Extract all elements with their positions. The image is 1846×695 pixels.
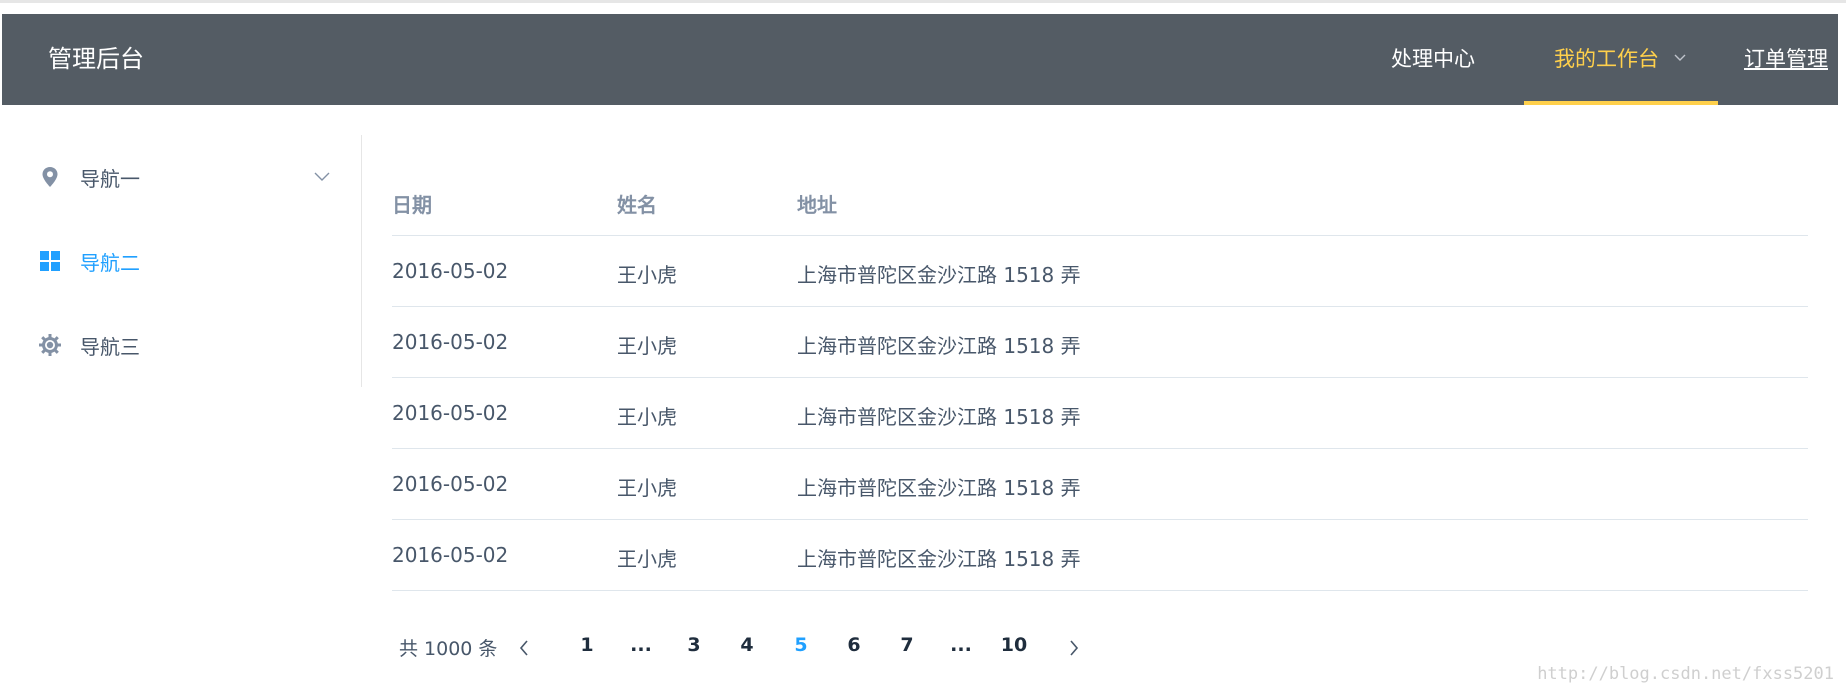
brand-title: 管理后台 [48, 45, 144, 73]
page-button-current[interactable]: 5 [781, 634, 821, 656]
top-header: 管理后台 处理中心 我的工作台 订单管理 [2, 14, 1838, 105]
cell-address: 上海市普陀区金沙江路 1518 弄 [797, 334, 1081, 358]
cell-name: 王小虎 [617, 263, 677, 287]
sidebar: 导航一 导航二 导航三 [2, 135, 362, 387]
cell-address: 上海市普陀区金沙江路 1518 弄 [797, 547, 1081, 571]
page-button[interactable]: 7 [887, 634, 927, 656]
sidebar-item-nav-2[interactable]: 导航二 [2, 219, 361, 303]
nav-item-processing-center[interactable]: 处理中心 [1360, 14, 1524, 105]
cell-date: 2016-05-02 [392, 330, 509, 354]
page-button[interactable]: 3 [674, 634, 714, 656]
table-row: 2016-05-02 王小虎 上海市普陀区金沙江路 1518 弄 [392, 449, 1808, 520]
chevron-left-icon[interactable] [517, 639, 531, 657]
nav-item-label: 我的工作台 [1554, 47, 1659, 71]
cell-name: 王小虎 [617, 476, 677, 500]
table-header: 日期 姓名 地址 [392, 165, 1808, 236]
table-row: 2016-05-02 王小虎 上海市普陀区金沙江路 1518 弄 [392, 236, 1808, 307]
column-header-date[interactable]: 日期 [392, 189, 432, 218]
page-button[interactable]: 1 [567, 634, 607, 656]
sidebar-item-label: 导航三 [80, 334, 140, 359]
sidebar-item-nav-3[interactable]: 导航三 [2, 303, 361, 387]
cell-date: 2016-05-02 [392, 472, 509, 496]
column-header-address[interactable]: 地址 [797, 189, 837, 218]
settings-gear-icon [39, 334, 61, 356]
data-table: 日期 姓名 地址 2016-05-02 王小虎 上海市普陀区金沙江路 1518 … [392, 165, 1808, 591]
chevron-down-icon [314, 172, 330, 181]
cell-date: 2016-05-02 [392, 543, 509, 567]
table-row: 2016-05-02 王小虎 上海市普陀区金沙江路 1518 弄 [392, 378, 1808, 449]
nav-item-label: 订单管理 [1744, 47, 1828, 71]
page-ellipsis[interactable]: ... [941, 634, 981, 656]
cell-address: 上海市普陀区金沙江路 1518 弄 [797, 263, 1081, 287]
table-row: 2016-05-02 王小虎 上海市普陀区金沙江路 1518 弄 [392, 520, 1808, 591]
pagination-total: 共 1000 条 [399, 638, 498, 660]
nav-item-label: 处理中心 [1391, 47, 1475, 71]
cell-name: 王小虎 [617, 334, 677, 358]
location-pin-icon [42, 167, 58, 187]
sidebar-item-nav-1[interactable]: 导航一 [2, 135, 361, 219]
top-nav-menu: 处理中心 我的工作台 订单管理 [1360, 14, 1838, 105]
sidebar-item-label: 导航一 [80, 166, 140, 191]
grid-menu-icon [40, 251, 60, 271]
page-button[interactable]: 6 [834, 634, 874, 656]
page-button[interactable]: 4 [727, 634, 767, 656]
chevron-right-icon[interactable] [1067, 639, 1081, 657]
watermark: http://blog.csdn.net/fxss5201 [1537, 664, 1834, 684]
sidebar-item-label: 导航二 [80, 250, 140, 275]
window-top-border [0, 0, 1846, 3]
nav-item-my-workbench[interactable]: 我的工作台 [1524, 14, 1718, 105]
table-row: 2016-05-02 王小虎 上海市普陀区金沙江路 1518 弄 [392, 307, 1808, 378]
cell-address: 上海市普陀区金沙江路 1518 弄 [797, 476, 1081, 500]
page-ellipsis[interactable]: ... [621, 634, 661, 656]
cell-name: 王小虎 [617, 547, 677, 571]
page-button[interactable]: 10 [994, 634, 1034, 656]
cell-name: 王小虎 [617, 405, 677, 429]
nav-item-order-management[interactable]: 订单管理 [1718, 14, 1838, 105]
chevron-down-icon [1674, 54, 1686, 61]
cell-address: 上海市普陀区金沙江路 1518 弄 [797, 405, 1081, 429]
cell-date: 2016-05-02 [392, 259, 509, 283]
cell-date: 2016-05-02 [392, 401, 509, 425]
column-header-name[interactable]: 姓名 [617, 189, 657, 218]
